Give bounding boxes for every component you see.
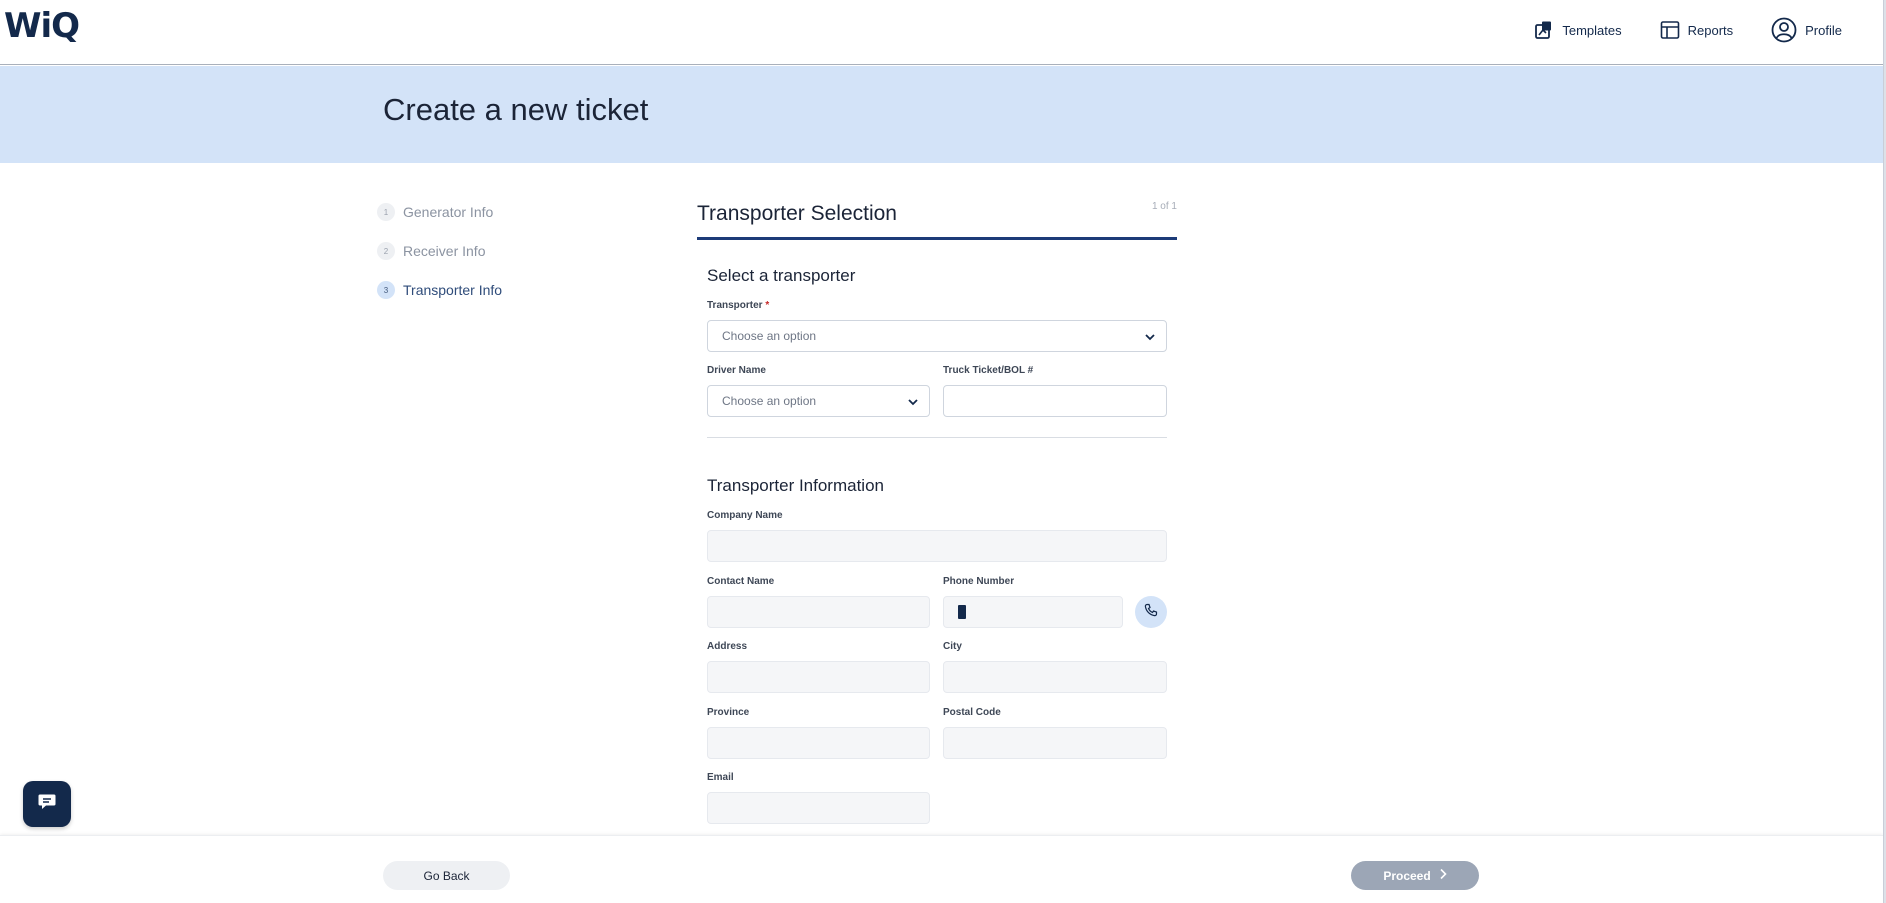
form-title: Transporter Selection: [697, 202, 897, 225]
step-number: 3: [377, 281, 395, 299]
transporter-select[interactable]: Choose an option: [707, 320, 1167, 352]
footer-bar: Go Back Proceed: [0, 835, 1883, 903]
truck-ticket-label: Truck Ticket/BOL #: [943, 365, 1034, 376]
nav-profile[interactable]: Profile: [1771, 17, 1842, 43]
logo[interactable]: WiQ: [4, 6, 80, 46]
step-transporter-info[interactable]: 3 Transporter Info: [377, 280, 502, 300]
step-label: Generator Info: [403, 204, 494, 220]
postal-code-field[interactable]: [943, 727, 1167, 759]
step-number: 2: [377, 242, 395, 260]
contact-name-label: Contact Name: [707, 576, 775, 587]
driver-name-label: Driver Name: [707, 365, 766, 376]
call-button[interactable]: [1135, 596, 1167, 628]
email-field[interactable]: [707, 792, 930, 824]
chevron-down-icon: [907, 396, 919, 411]
chevron-right-icon: [1439, 868, 1447, 883]
top-bar: WiQ Templates Reports Profile: [0, 0, 1886, 65]
nav-profile-label: Profile: [1805, 22, 1842, 38]
section-divider: [707, 437, 1167, 438]
phone-number-label: Phone Number: [943, 576, 1015, 587]
city-field[interactable]: [943, 661, 1167, 693]
city-label: City: [943, 641, 962, 652]
profile-icon: [1771, 17, 1797, 43]
text-cursor: [958, 605, 966, 619]
nav-reports-label: Reports: [1687, 22, 1734, 38]
templates-icon: [1534, 20, 1554, 40]
email-label: Email: [707, 772, 734, 783]
step-list: 1 Generator Info 2 Receiver Info 3 Trans…: [377, 202, 502, 319]
chat-icon: [37, 793, 57, 816]
nav-templates-label: Templates: [1562, 22, 1622, 38]
address-label: Address: [707, 641, 748, 652]
driver-select-placeholder: Choose an option: [722, 394, 817, 408]
step-label: Receiver Info: [403, 243, 486, 259]
address-field[interactable]: [707, 661, 930, 693]
step-number: 1: [377, 203, 395, 221]
postal-code-label: Postal Code: [943, 707, 1001, 718]
top-nav: Templates Reports Profile: [1534, 17, 1842, 43]
phone-number-field[interactable]: [943, 596, 1123, 628]
truck-ticket-input[interactable]: [943, 385, 1167, 417]
transporter-form: Transporter Selection 1 of 1: [697, 196, 1177, 240]
step-receiver-info[interactable]: 2 Receiver Info: [377, 241, 502, 261]
select-transporter-heading: Select a transporter: [707, 266, 856, 285]
chat-launcher-button[interactable]: [23, 781, 71, 827]
step-label: Transporter Info: [403, 282, 503, 298]
proceed-button[interactable]: Proceed: [1351, 861, 1479, 890]
chevron-down-icon: [1144, 331, 1156, 346]
company-name-label: Company Name: [707, 510, 783, 521]
page: WiQ Templates Reports Profile Create a n…: [0, 0, 1886, 903]
province-field[interactable]: [707, 727, 930, 759]
nav-templates[interactable]: Templates: [1534, 17, 1622, 43]
page-title: Create a new ticket: [383, 92, 649, 127]
step-generator-info[interactable]: 1 Generator Info: [377, 202, 502, 222]
nav-reports[interactable]: Reports: [1660, 17, 1734, 43]
phone-icon: [1144, 603, 1158, 622]
transporter-select-placeholder: Choose an option: [722, 329, 817, 343]
proceed-label: Proceed: [1383, 868, 1431, 883]
transporter-label: Transporter *: [707, 300, 769, 311]
form-header: Transporter Selection 1 of 1: [697, 196, 1177, 240]
driver-name-select[interactable]: Choose an option: [707, 385, 930, 417]
reports-icon: [1660, 20, 1680, 40]
province-label: Province: [707, 707, 750, 718]
transporter-information-heading: Transporter Information: [707, 476, 884, 495]
page-banner: Create a new ticket: [0, 66, 1883, 163]
transporter-label-text: Transporter: [707, 300, 763, 311]
form-pager: 1 of 1: [1151, 201, 1177, 212]
go-back-button[interactable]: Go Back: [383, 861, 510, 890]
company-name-field[interactable]: [707, 530, 1167, 562]
required-mark: *: [765, 300, 770, 311]
contact-name-field[interactable]: [707, 596, 930, 628]
